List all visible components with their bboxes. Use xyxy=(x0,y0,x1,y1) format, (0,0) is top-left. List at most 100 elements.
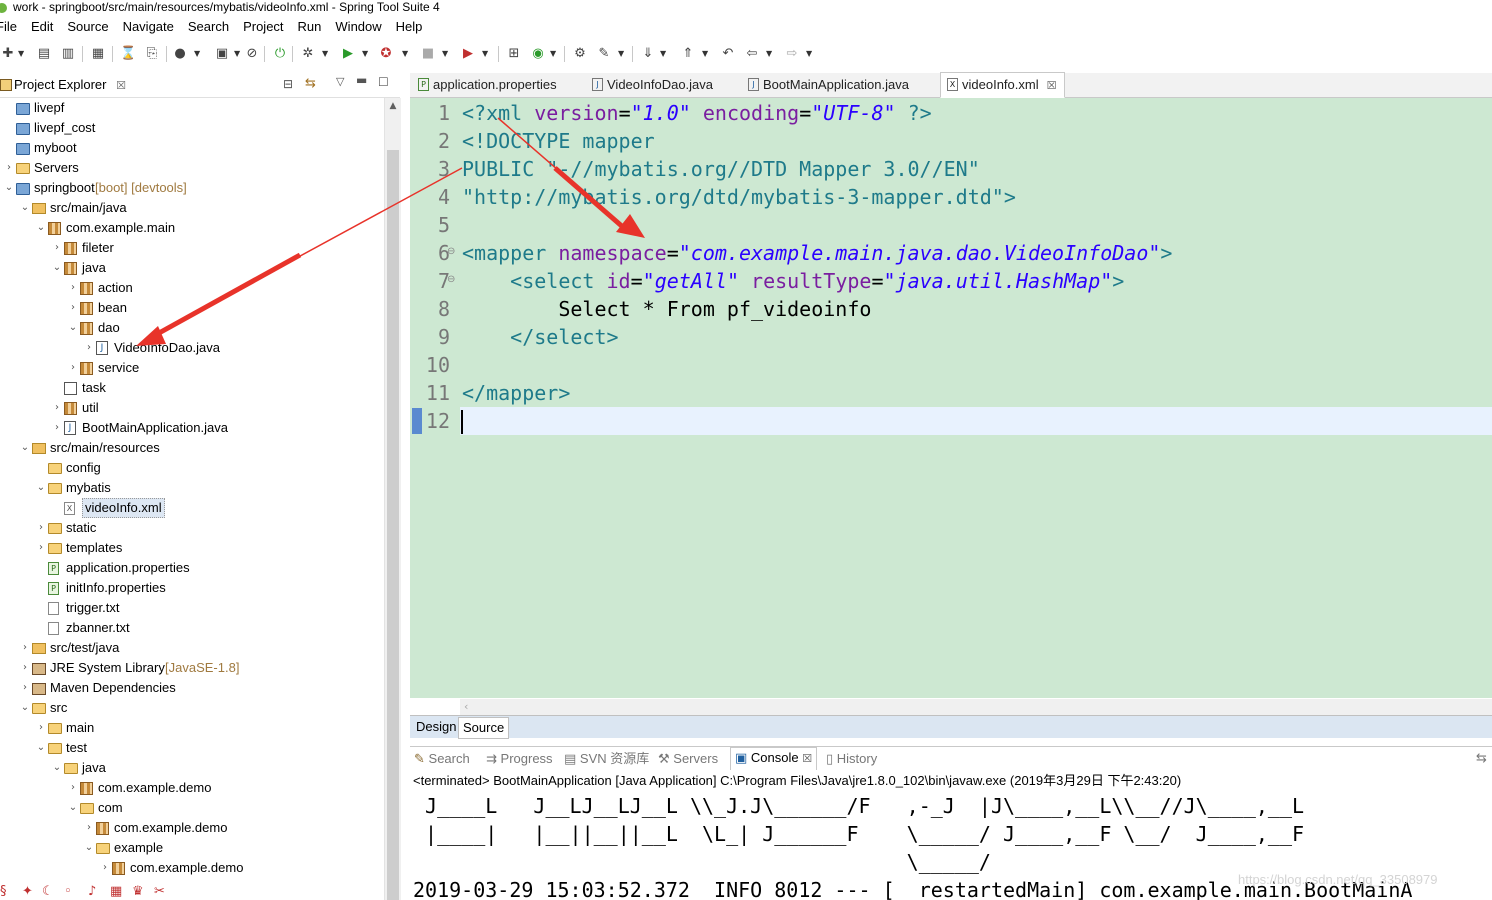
ime-moon-icon[interactable]: ☾ xyxy=(42,884,54,899)
menu-file[interactable]: File xyxy=(0,17,24,37)
fold-icon[interactable]: ⊖ xyxy=(447,274,455,285)
skin-icon[interactable]: ♛ xyxy=(132,884,144,899)
collapse-chevron-icon[interactable]: ⌄ xyxy=(4,178,14,198)
expand-chevron-icon[interactable]: › xyxy=(20,638,30,658)
expand-chevron-icon[interactable]: › xyxy=(100,858,110,878)
tree-item[interactable]: ⌄ src/main/java xyxy=(0,198,384,218)
tree-item[interactable]: › util xyxy=(0,398,384,418)
tab-search[interactable]: ✎ Search xyxy=(414,749,470,769)
tree-item[interactable]: trigger.txt xyxy=(0,598,384,618)
chevron-down-icon[interactable]: ▼ xyxy=(618,49,624,58)
tree-item[interactable]: ⌄ com.example.main xyxy=(0,218,384,238)
fold-icon[interactable]: ⊖ xyxy=(447,246,455,257)
tree-item[interactable]: › Maven Dependencies xyxy=(0,678,384,698)
keyboard-icon[interactable]: ▦ xyxy=(110,884,122,899)
chevron-down-icon[interactable]: ▼ xyxy=(806,49,812,58)
chevron-down-icon[interactable]: ▼ xyxy=(482,49,488,58)
ime-icon[interactable]: § xyxy=(0,884,7,899)
tree-item[interactable]: › templates xyxy=(0,538,384,558)
expand-chevron-icon[interactable]: › xyxy=(68,278,78,298)
link-with-editor-icon[interactable]: ⇆ xyxy=(305,76,316,91)
open-task-icon[interactable]: ✎ xyxy=(596,46,612,62)
new-class-icon[interactable]: ◉ xyxy=(530,46,546,62)
project-explorer-tab[interactable]: Project Explorer ☒ xyxy=(0,75,126,95)
chevron-down-icon[interactable]: ▼ xyxy=(660,49,666,58)
save-icon[interactable]: ▤ xyxy=(36,46,52,62)
build-icon[interactable]: ⌛ xyxy=(120,46,136,62)
previous-annotation-icon[interactable]: ⇑ xyxy=(680,46,696,62)
collapse-chevron-icon[interactable]: ⌄ xyxy=(20,698,30,718)
last-edit-icon[interactable]: ↶ xyxy=(720,46,736,62)
tree-item[interactable]: › fileter xyxy=(0,238,384,258)
chevron-down-icon[interactable]: ▼ xyxy=(766,49,772,58)
collapse-chevron-icon[interactable]: ⌄ xyxy=(84,838,94,858)
minimize-icon[interactable]: ▬ xyxy=(356,73,367,87)
tree-item[interactable]: › JRE System Library [JavaSE-1.8] xyxy=(0,658,384,678)
tab-progress[interactable]: ⇉ Progress xyxy=(486,749,553,769)
menu-window[interactable]: Window xyxy=(328,17,388,37)
boot-dashboard-icon[interactable]: ● xyxy=(172,46,188,62)
chevron-down-icon[interactable]: ▼ xyxy=(362,49,368,58)
tree-item[interactable]: › com.example.demo xyxy=(0,818,384,838)
tree-item[interactable]: › static xyxy=(0,518,384,538)
close-icon[interactable]: ☒ xyxy=(1047,79,1057,92)
terminal-icon[interactable]: ▣ xyxy=(214,46,230,62)
scroll-left-icon[interactable]: ‹ xyxy=(464,700,468,713)
tree-item[interactable]: ⌄ springboot [boot] [devtools] xyxy=(0,178,384,198)
tab-videoinfodao-java[interactable]: J VideoInfoDao.java xyxy=(586,73,721,97)
tree-item[interactable]: ⌄ src xyxy=(0,698,384,718)
ime-english-icon[interactable]: ✦ xyxy=(22,884,33,899)
tree-item[interactable]: ⌄ src/main/resources xyxy=(0,438,384,458)
menu-navigate[interactable]: Navigate xyxy=(116,17,181,37)
expand-chevron-icon[interactable]: › xyxy=(20,658,30,678)
chevron-down-icon[interactable]: ▼ xyxy=(402,49,408,58)
tab-bootmainapplication-java[interactable]: J BootMainApplication.java xyxy=(742,73,917,97)
collapse-all-icon[interactable]: ⊟ xyxy=(283,77,293,91)
expand-chevron-icon[interactable]: › xyxy=(4,158,14,178)
collapse-chevron-icon[interactable]: ⌄ xyxy=(36,738,46,758)
chevron-down-icon[interactable]: ▼ xyxy=(550,49,556,58)
tree-item[interactable]: task xyxy=(0,378,384,398)
debug-icon[interactable]: ✲ xyxy=(300,46,316,62)
expand-chevron-icon[interactable]: › xyxy=(20,678,30,698)
tree-item[interactable]: ⌄ com xyxy=(0,798,384,818)
tree-item[interactable]: ⌄ mybatis xyxy=(0,478,384,498)
collapse-chevron-icon[interactable]: ⌄ xyxy=(20,198,30,218)
collapse-chevron-icon[interactable]: ⌄ xyxy=(36,478,46,498)
coverage-icon[interactable]: ▶ xyxy=(460,46,476,62)
scroll-up-icon[interactable]: ▲ xyxy=(385,98,401,114)
run-icon[interactable]: ▶ xyxy=(340,46,356,62)
chevron-down-icon[interactable]: ▼ xyxy=(702,49,708,58)
tree-item[interactable]: ⌄ java xyxy=(0,258,384,278)
expand-chevron-icon[interactable]: › xyxy=(52,238,62,258)
expand-chevron-icon[interactable]: › xyxy=(68,358,78,378)
editor-horizontal-scrollbar[interactable]: ‹ xyxy=(460,699,1492,715)
menu-help[interactable]: Help xyxy=(389,17,430,37)
clean-icon[interactable]: ⎘ xyxy=(144,46,160,62)
tree-item[interactable]: › main xyxy=(0,718,384,738)
tree-item[interactable]: PinitInfo.properties xyxy=(0,578,384,598)
tab-servers[interactable]: ⚒ Servers xyxy=(658,749,718,769)
new-java-package-icon[interactable]: ⊞ xyxy=(506,46,522,62)
tree-item[interactable]: › com.example.demo xyxy=(0,858,384,878)
tab-videoinfo-xml[interactable]: XvideoInfo.xml ☒ xyxy=(940,72,1066,98)
expand-chevron-icon[interactable]: › xyxy=(68,778,78,798)
close-icon[interactable]: ☒ xyxy=(802,752,812,765)
tree-item[interactable]: › J VideoInfoDao.java xyxy=(0,338,384,358)
ime-punct-icon[interactable]: ◦ xyxy=(64,884,72,899)
binary-icon[interactable]: ▦ xyxy=(90,46,106,62)
menu-search[interactable]: Search xyxy=(181,17,236,37)
menu-edit[interactable]: Edit xyxy=(24,17,60,37)
explorer-scrollbar[interactable]: ▲ xyxy=(384,98,401,900)
chevron-down-icon[interactable]: ▼ xyxy=(322,49,328,58)
tree-item[interactable]: › J BootMainApplication.java xyxy=(0,418,384,438)
tab-application-properties[interactable]: Papplication.properties xyxy=(412,73,565,97)
back-icon[interactable]: ⇦ xyxy=(744,46,760,62)
tree-item[interactable]: Papplication.properties xyxy=(0,558,384,578)
tree-item[interactable]: myboot xyxy=(0,138,384,158)
collapse-chevron-icon[interactable]: ⌄ xyxy=(36,218,46,238)
spring-relaunch-icon[interactable]: ⏻ xyxy=(272,46,288,62)
view-menu-icon[interactable]: ▽ xyxy=(336,75,344,88)
tab-design[interactable]: Design xyxy=(412,717,460,737)
tree-item[interactable]: ⌄ test xyxy=(0,738,384,758)
